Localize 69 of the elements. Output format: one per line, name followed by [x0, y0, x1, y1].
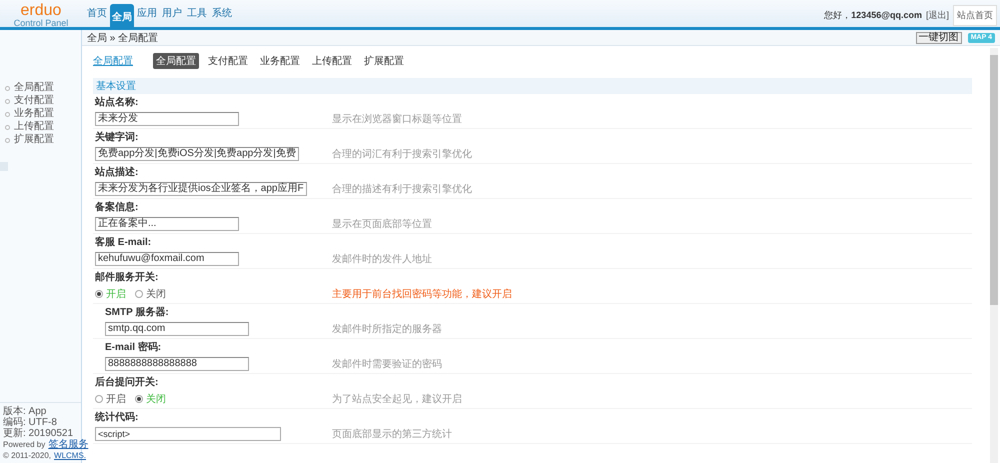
encoding-text: 编码: UTF-8	[3, 417, 58, 428]
field-label: 客服 E-mail:	[95, 235, 152, 249]
copyright-text: © 2011-2020,	[3, 450, 52, 461]
refresh-button[interactable]: 一键切图	[916, 32, 962, 44]
field-hint: 发邮件时所指定的服务器	[331, 322, 442, 336]
text-input[interactable]: 未来分发	[95, 112, 239, 126]
sidebar-item[interactable]: 扩展配置	[5, 134, 81, 146]
config-tab[interactable]: 扩展配置	[361, 53, 407, 69]
field-hint: 主要用于前台找回密码等功能，建议开启	[331, 288, 512, 301]
text-input[interactable]: 未来分发为各行业提供ios企业签名，app应用F	[95, 182, 307, 196]
updated-text: 更新: 20190521	[3, 428, 74, 439]
field-label: 备案信息:	[95, 200, 138, 214]
sidebar-item[interactable]: 支付配置	[5, 95, 81, 107]
text-input[interactable]: 正在备案中...	[95, 217, 239, 231]
powered-link[interactable]: 签名服务	[48, 439, 88, 450]
sidebar-item[interactable]: 上传配置	[5, 121, 81, 133]
nav-tab[interactable]: 应用	[135, 4, 159, 27]
logo-subtitle: Control Panel	[14, 18, 68, 28]
nav-tab[interactable]: 系统	[210, 4, 234, 27]
field-hint: 合理的词汇有利于搜索引擎优化	[331, 148, 472, 161]
field-label: SMTP 服务器:	[105, 306, 169, 319]
text-input[interactable]: smtp.qq.com	[105, 322, 249, 336]
config-tab[interactable]: 业务配置	[257, 53, 303, 69]
scrollbar[interactable]	[990, 48, 998, 463]
field-label: 后台提问开关:	[95, 376, 158, 389]
field-hint: 发邮件时的发件人地址	[331, 252, 432, 266]
config-tab[interactable]: 全局配置	[153, 53, 199, 69]
field-hint: 合理的描述有利于搜索引擎优化	[331, 182, 472, 196]
radio-label: 关闭	[146, 288, 166, 301]
sidebar-item[interactable]: 全局配置	[5, 82, 81, 94]
greeting-text: 您好，123456@qq.com	[824, 8, 922, 22]
radio-button[interactable]	[135, 395, 143, 403]
copyright-link[interactable]: WLCMS.	[54, 450, 86, 461]
field-hint: 显示在页面底部等位置	[331, 218, 432, 231]
radio-label: 开启	[106, 392, 126, 406]
field-label: 关键字词:	[95, 130, 138, 144]
code-textarea[interactable]: <script>	[95, 427, 281, 441]
field-label: 站点名称:	[95, 96, 138, 109]
field-hint: 页面底部显示的第三方统计	[331, 428, 452, 441]
text-input[interactable]: 免费app分发|免费iOS分发|免费app分发|免费	[95, 147, 299, 161]
section-title: 基本设置	[96, 80, 136, 93]
site-home-button[interactable]: 站点首页	[953, 4, 997, 26]
field-hint: 发邮件时需要验证的密码	[331, 358, 442, 371]
sidebar-item[interactable]: 业务配置	[5, 108, 81, 120]
config-tab[interactable]: 上传配置	[309, 53, 355, 69]
powered-text: Powered by	[3, 439, 46, 450]
field-label: 站点描述:	[95, 166, 138, 179]
radio-button[interactable]	[95, 290, 103, 298]
radio-button[interactable]	[135, 290, 143, 298]
nav-tab[interactable]: 全局	[110, 4, 134, 27]
field-hint: 为了站点安全起见，建议开启	[331, 392, 462, 406]
page-title: 全局配置	[93, 54, 133, 68]
field-label: 邮件服务开关:	[95, 270, 158, 284]
nav-tab[interactable]: 用户	[160, 4, 184, 27]
field-hint: 显示在浏览器窗口标题等位置	[331, 112, 462, 126]
nav-tab[interactable]: 工具	[185, 4, 209, 27]
version-text: 版本: App	[3, 406, 48, 417]
field-label: E-mail 密码:	[105, 340, 162, 354]
text-input[interactable]: 8888888888888888	[105, 357, 249, 371]
nav-tab[interactable]: 首页	[85, 4, 109, 27]
config-tab[interactable]: 支付配置	[205, 53, 251, 69]
logo-text: erduo	[20, 2, 62, 18]
radio-button[interactable]	[95, 395, 103, 403]
radio-label: 关闭	[146, 392, 166, 406]
text-input[interactable]: kehufuwu@foxmail.com	[95, 252, 239, 266]
logout-link[interactable]: [退出]	[926, 8, 949, 22]
breadcrumb: 全局 » 全局配置	[87, 32, 158, 44]
field-label: 统计代码:	[95, 410, 138, 424]
radio-label: 开启	[106, 288, 126, 301]
